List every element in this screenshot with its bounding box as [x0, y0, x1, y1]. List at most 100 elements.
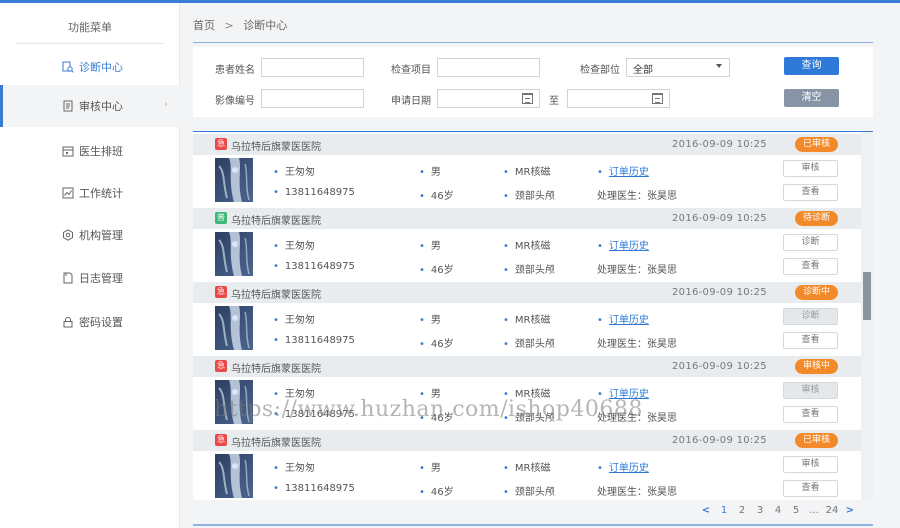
sidebar-item-label: 密码设置: [79, 316, 123, 329]
bullet-icon: •: [503, 487, 509, 498]
lock-icon: [62, 316, 74, 328]
image-no-input[interactable]: [261, 89, 364, 108]
breadcrumb-separator: >: [224, 19, 234, 32]
sidebar-item-diagnosis-center[interactable]: 诊断中心: [0, 46, 180, 88]
pagination: < 1 2 3 4 5 ... 24 >: [697, 505, 859, 516]
page-1[interactable]: 1: [717, 505, 731, 516]
action-button[interactable]: 审核: [783, 382, 838, 399]
page-3[interactable]: 3: [753, 505, 767, 516]
record-header: 急乌拉特后旗蒙医医院 2016-09-09 10:25 诊断中: [193, 282, 861, 303]
xray-thumbnail[interactable]: [215, 306, 253, 350]
xray-thumbnail[interactable]: [215, 454, 253, 498]
patient-age: • 46岁: [419, 339, 454, 350]
sidebar-item-doctor-schedule[interactable]: 医生排班: [0, 130, 180, 172]
prev-page-button[interactable]: <: [699, 505, 713, 516]
bullet-icon: •: [419, 265, 425, 276]
calendar-icon[interactable]: [522, 93, 533, 104]
file-icon: [62, 272, 74, 284]
exam-part-select[interactable]: 全部: [626, 58, 730, 77]
exam-part: • 颈部头颅: [503, 265, 555, 276]
bullet-icon: •: [597, 167, 603, 178]
query-button[interactable]: 查询: [784, 57, 839, 75]
action-button[interactable]: 诊断: [783, 308, 838, 325]
page-24[interactable]: 24: [825, 505, 839, 516]
bullet-icon: •: [419, 487, 425, 498]
patient-name-input[interactable]: [261, 58, 364, 77]
page-4[interactable]: 4: [771, 505, 785, 516]
hospital-name: 乌拉特后旗蒙医医院: [231, 290, 321, 301]
status-badge: 诊断中: [795, 285, 838, 300]
record-time: 2016-09-09 10:25: [672, 139, 767, 150]
view-button[interactable]: 查看: [783, 184, 838, 201]
sidebar-item-label: 诊断中心: [79, 61, 123, 74]
record-time: 2016-09-09 10:25: [672, 213, 767, 224]
bullet-icon: •: [273, 167, 279, 178]
sidebar-item-log-management[interactable]: 日志管理: [0, 257, 180, 299]
priority-tag: 普: [215, 212, 227, 224]
scrollbar-thumb[interactable]: [863, 272, 871, 320]
bullet-icon: •: [273, 483, 279, 494]
sidebar-item-review-center[interactable]: 审核中心 ›: [0, 85, 180, 127]
apply-date-end-input[interactable]: [567, 89, 670, 108]
hospital-name: 乌拉特后旗蒙医医院: [231, 438, 321, 449]
sidebar-item-password-settings[interactable]: 密码设置: [0, 301, 180, 343]
order-history: • 订单历史: [597, 237, 649, 252]
page-2[interactable]: 2: [735, 505, 749, 516]
bullet-icon: •: [419, 463, 425, 474]
record-item: 急乌拉特后旗蒙医医院 2016-09-09 10:25 已审核 • 王匆匆 • 男 • MR核磁…: [193, 430, 861, 500]
breadcrumb-home[interactable]: 首页: [193, 19, 215, 32]
view-button[interactable]: 查看: [783, 406, 838, 423]
order-history: • 订单历史: [597, 311, 649, 326]
sidebar-item-org-management[interactable]: 机构管理: [0, 214, 180, 256]
sidebar-divider: [16, 43, 164, 44]
record-header: 普乌拉特后旗蒙医医院 2016-09-09 10:25 待诊断: [193, 208, 861, 229]
search-doc-icon: [62, 61, 74, 73]
record-list: 急乌拉特后旗蒙医医院 2016-09-09 10:25 已审核 • 王匆匆 • 男 • MR核磁…: [193, 131, 873, 500]
next-page-button[interactable]: >: [843, 505, 857, 516]
watermark-text: https://www.huzhan.com/ishop40688: [214, 397, 643, 422]
calendar-icon: [62, 145, 74, 157]
sidebar-item-work-stats[interactable]: 工作统计: [0, 172, 180, 214]
view-button[interactable]: 查看: [783, 332, 838, 349]
exam-part: • 颈部头颅: [503, 487, 555, 498]
bullet-icon: •: [597, 315, 603, 326]
clear-button[interactable]: 清空: [784, 89, 839, 107]
action-button[interactable]: 诊断: [783, 234, 838, 251]
bottom-accent-line: [193, 524, 873, 526]
calendar-icon[interactable]: [652, 93, 663, 104]
patient-gender: • 男: [419, 241, 441, 252]
search-panel: 患者姓名 检查项目 检查部位 全部 查询 影像编号 申请日期 至 清空: [193, 47, 873, 117]
bullet-icon: •: [503, 241, 509, 252]
bullet-icon: •: [273, 463, 279, 474]
order-history-link[interactable]: 订单历史: [609, 167, 649, 178]
record-header: 急乌拉特后旗蒙医医院 2016-09-09 10:25 审核中: [193, 356, 861, 377]
gear-icon: [62, 229, 74, 241]
priority-tag: 急: [215, 286, 227, 298]
patient-name: • 王匆匆: [273, 463, 315, 474]
bullet-icon: •: [503, 315, 509, 326]
bullet-icon: •: [273, 315, 279, 326]
xray-thumbnail[interactable]: [215, 232, 253, 276]
patient-name: • 王匆匆: [273, 315, 315, 326]
order-history-link[interactable]: 订单历史: [609, 315, 649, 326]
view-button[interactable]: 查看: [783, 480, 838, 497]
action-button[interactable]: 审核: [783, 456, 838, 473]
page-5[interactable]: 5: [789, 505, 803, 516]
apply-date-start-input[interactable]: [437, 89, 540, 108]
bullet-icon: •: [419, 191, 425, 202]
record-time: 2016-09-09 10:25: [672, 435, 767, 446]
dropdown-caret-icon: [716, 64, 722, 68]
xray-thumbnail[interactable]: [215, 158, 253, 202]
list-scrollbar[interactable]: [861, 132, 873, 500]
status-badge: 待诊断: [795, 211, 838, 226]
order-history-link[interactable]: 订单历史: [609, 241, 649, 252]
view-button[interactable]: 查看: [783, 258, 838, 275]
patient-phone: • 13811648975: [273, 187, 355, 198]
order-history-link[interactable]: 订单历史: [609, 463, 649, 474]
action-button[interactable]: 审核: [783, 160, 838, 177]
bullet-icon: •: [503, 339, 509, 350]
exam-item-input[interactable]: [437, 58, 540, 77]
bullet-icon: •: [597, 241, 603, 252]
patient-name: • 王匆匆: [273, 241, 315, 252]
breadcrumb: 首页 > 诊断中心: [193, 17, 287, 33]
